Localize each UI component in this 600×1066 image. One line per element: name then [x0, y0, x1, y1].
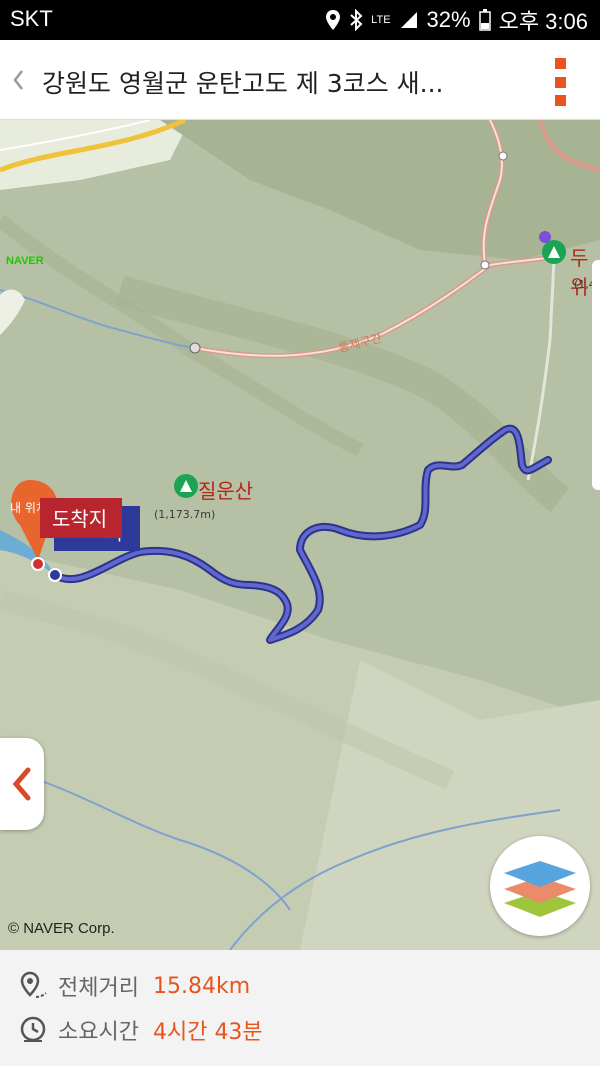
signal-icon [400, 12, 417, 28]
map-copyright: © NAVER Corp. [8, 920, 115, 937]
peak-elevation-label: (1,173.7m) [154, 508, 216, 521]
network-label: LTE [371, 14, 391, 26]
app-header: 강원도 영월군 운탄고도 제 3코스 새... [0, 40, 600, 120]
battery-label: 32% [426, 7, 471, 32]
clock-label: 오후 3:06 [498, 9, 588, 34]
side-panel-toggle[interactable] [0, 738, 44, 830]
status-bar: SKT LTE 32% 오후 3:06 [0, 0, 600, 40]
route-summary: 전체거리 15.84km 소요시간 4시간 43분 [0, 950, 600, 1066]
bluetooth-icon [350, 9, 363, 31]
distance-value: 15.84km [152, 973, 251, 999]
more-menu-button[interactable] [550, 58, 570, 106]
status-icons: LTE 32% 오후 3:06 [325, 6, 588, 34]
route-distance-icon [20, 971, 47, 998]
walking-time-icon [20, 1016, 46, 1042]
naver-logo: NAVER [6, 255, 44, 267]
distance-row: 전체거리 15.84km [18, 970, 250, 1002]
chevron-left-icon [12, 767, 31, 801]
distance-label: 전체거리 [58, 976, 139, 1001]
duration-value: 4시간 43분 [152, 1020, 263, 1045]
location-icon [326, 10, 341, 30]
layers-button[interactable] [490, 836, 590, 936]
right-edge-panel[interactable] [592, 260, 600, 490]
layers-icon [504, 861, 576, 917]
battery-icon [478, 9, 491, 31]
end-marker[interactable]: 도착지 [40, 498, 122, 538]
end-marker-label: 도착지 [52, 507, 108, 531]
more-vertical-icon [554, 58, 566, 69]
map-view[interactable]: NAVER 통제구간 질운산 (1,173.7m) 두위 (1,4 내 위치 지… [0, 120, 600, 950]
page-title: 강원도 영월군 운탄고도 제 3코스 새... [42, 69, 444, 98]
chevron-left-icon [13, 70, 23, 90]
peak-name-label: 질운산 [198, 479, 254, 503]
back-button[interactable] [0, 40, 36, 120]
duration-label: 소요시간 [58, 1020, 139, 1045]
carrier-label: SKT [10, 6, 53, 31]
duration-row: 소요시간 4시간 43분 [18, 1014, 263, 1046]
